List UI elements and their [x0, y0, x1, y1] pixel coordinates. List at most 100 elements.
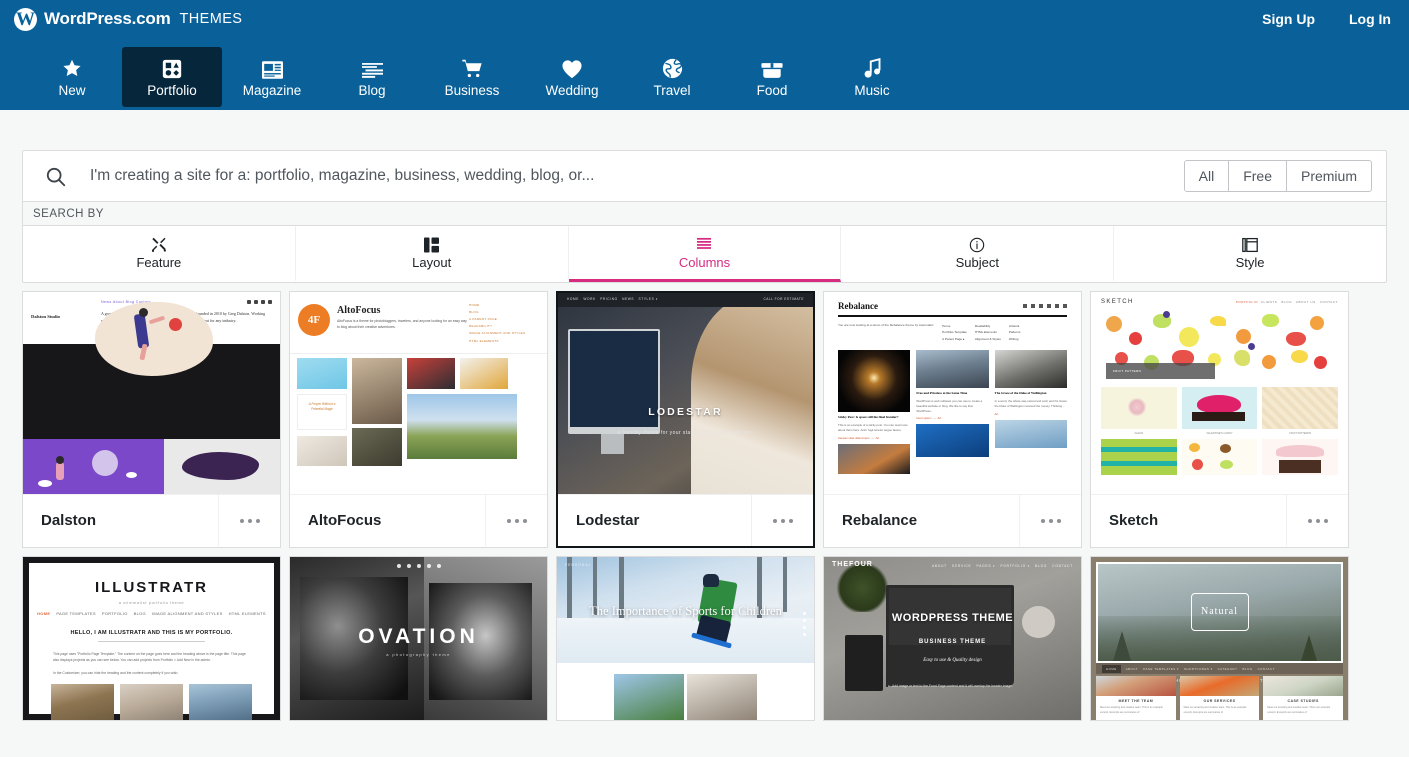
theme-card-rebalance[interactable]: Rebalance You are now looking at a demo …	[823, 291, 1082, 548]
nav-label: Travel	[653, 82, 691, 98]
theme-card-sketch[interactable]: SKETCH PORTFOLIO CLIENTS BLOG ABOUT US C…	[1090, 291, 1349, 548]
mock-site-name: Dalston Studio	[31, 314, 60, 319]
theme-card-illustratr[interactable]: ILLUSTRATR a minimalist portfolio theme …	[22, 556, 281, 721]
nav-label: Business	[444, 82, 500, 98]
music-note-icon	[863, 57, 882, 79]
search-input[interactable]	[88, 166, 1170, 186]
more-ellipsis-icon[interactable]	[751, 495, 813, 546]
mock-card-title: MEET THE TEAM	[1118, 699, 1154, 704]
theme-thumbnail[interactable]: The Importance of Sports for Children PE…	[557, 557, 814, 720]
nav-item-new[interactable]: New	[22, 47, 122, 107]
thefour-mockup: THEFOUR ABOUT SERVICE PAGES ▾ PORTFOLIO …	[824, 557, 1081, 720]
price-filter-group: All Free Premium	[1183, 160, 1372, 192]
portfolio-grid-icon	[162, 57, 182, 79]
mock-blurb: AltoFocus is a theme for photobloggers, …	[337, 319, 467, 329]
more-ellipsis-icon[interactable]	[1286, 495, 1348, 546]
theme-card-dalston[interactable]: Dalston Studio News About Blog Contact A…	[22, 291, 281, 548]
mock-caption: FRUIT PATTERN	[1112, 369, 1142, 374]
mock-subtitle: a friendly theme for your startup or bus…	[617, 429, 754, 436]
nav-item-portfolio[interactable]: Portfolio	[122, 47, 222, 107]
more-ellipsis-icon[interactable]	[218, 495, 280, 546]
theme-card-thefour[interactable]: THEFOUR ABOUT SERVICE PAGES ▾ PORTFOLIO …	[823, 556, 1082, 721]
filter-tabs: Feature Layout Columns Subject Style	[23, 226, 1386, 282]
mock-post-excerpt: WordPress is web software you can use to…	[916, 399, 983, 413]
search-bar: All Free Premium	[23, 151, 1386, 202]
mock-card-body: Meet our amazing and creative team. This…	[1183, 706, 1247, 714]
theme-thumbnail[interactable]: OVATION a photography theme	[290, 557, 547, 720]
mock-post-excerpt: This is an example of a sticky post. You…	[838, 423, 908, 432]
theme-name: Lodestar	[576, 512, 640, 529]
theme-grid-row-2: ILLUSTRATR a minimalist portfolio theme …	[22, 548, 1409, 721]
more-ellipsis-icon[interactable]	[485, 495, 547, 546]
theme-thumbnail[interactable]: SKETCH PORTFOLIO CLIENTS BLOG ABOUT US C…	[1091, 292, 1348, 494]
nav-item-blog[interactable]: Blog	[322, 47, 422, 107]
sketch-mockup: SKETCH PORTFOLIO CLIENTS BLOG ABOUT US C…	[1091, 292, 1348, 494]
mock-body-2: In the Customizer, you can hide the head…	[53, 670, 179, 675]
mock-title: ILLUSTRATR	[94, 579, 209, 596]
mock-badge: Natural	[1190, 592, 1249, 631]
nav-item-travel[interactable]: Travel	[622, 47, 722, 107]
nav-item-music[interactable]: Music	[822, 47, 922, 107]
mock-subtitle: a minimalist portfolio theme	[118, 600, 185, 605]
theme-thumbnail[interactable]: AltoFocus AltoFocus is a theme for photo…	[290, 292, 547, 494]
filter-premium-button[interactable]: Premium	[1285, 161, 1371, 191]
mock-card-title: CASE STUDIES	[1287, 699, 1319, 704]
star-icon	[61, 57, 83, 79]
nav-label: New	[58, 82, 86, 98]
mock-title: OVATION	[358, 625, 479, 649]
tab-columns[interactable]: Columns	[568, 226, 842, 282]
theme-thumbnail[interactable]: ILLUSTRATR a minimalist portfolio theme …	[23, 557, 280, 720]
filter-free-button[interactable]: Free	[1228, 161, 1286, 191]
theme-card-altofocus[interactable]: AltoFocus AltoFocus is a theme for photo…	[289, 291, 548, 548]
mock-brand: SKETCH	[1101, 299, 1134, 305]
theme-thumbnail[interactable]: Rebalance You are now looking at a demo …	[824, 292, 1081, 494]
mock-caption: VALENTINE'S CANDY	[1206, 432, 1233, 435]
natural-mockup: Natural ANOTHER BEAUTIFUL ORGANIC THEME …	[1091, 557, 1348, 720]
mock-title: LODESTAR	[648, 405, 723, 418]
section-label[interactable]: THEMES	[180, 11, 243, 27]
tab-label: Layout	[412, 255, 452, 270]
mock-brand: Rebalance	[838, 301, 878, 311]
search-icon[interactable]	[45, 166, 66, 187]
theme-thumbnail[interactable]: HOME WORK PRICING NEWS STYLES ▾ CALL FOR…	[558, 293, 813, 494]
wordpress-logo-icon[interactable]: W	[14, 7, 37, 31]
wordpress-logo-letter: W	[16, 8, 35, 30]
altofocus-mockup: AltoFocus AltoFocus is a theme for photo…	[290, 292, 547, 494]
theme-card-ovation[interactable]: OVATION a photography theme	[289, 556, 548, 721]
rebalance-mockup: Rebalance You are now looking at a demo …	[824, 292, 1081, 494]
mock-nav: HOME ABOUT PAGE TEMPLATES ▾ SHORTCODES ▾ CAT…	[1096, 663, 1343, 675]
mock-post-title: Sticky Post: Is space still the final fr…	[838, 415, 899, 420]
nav-item-business[interactable]: Business	[422, 47, 522, 107]
theme-card-natural[interactable]: Natural ANOTHER BEAUTIFUL ORGANIC THEME …	[1090, 556, 1349, 721]
brand-name[interactable]: WordPress.com	[44, 9, 171, 29]
theme-card-footer: AltoFocus	[290, 494, 547, 546]
tab-layout[interactable]: Layout	[296, 226, 569, 282]
lodestar-mockup: HOME WORK PRICING NEWS STYLES ▾ CALL FOR…	[558, 293, 813, 494]
masthead-actions: Sign Up Log In	[1262, 11, 1395, 27]
nav-item-food[interactable]: Food	[722, 47, 822, 107]
mock-cards: MEET THE TEAM Meet our amazing and creat…	[1096, 676, 1344, 720]
heart-icon	[561, 57, 583, 79]
mock-heading: HELLO, I AM ILLUSTRATR AND THIS IS MY PO…	[70, 630, 233, 636]
filter-all-button[interactable]: All	[1184, 161, 1229, 191]
theme-thumbnail[interactable]: Natural ANOTHER BEAUTIFUL ORGANIC THEME …	[1091, 557, 1348, 720]
nav-item-magazine[interactable]: Magazine	[222, 47, 322, 107]
theme-card-lodestar[interactable]: HOME WORK PRICING NEWS STYLES ▾ CALL FOR…	[556, 291, 815, 548]
tab-style[interactable]: Style	[1114, 226, 1386, 282]
theme-card-sports[interactable]: The Importance of Sports for Children PE…	[556, 556, 815, 721]
columns-lines-icon	[697, 236, 712, 253]
mock-card-body: Meet our amazing and creative team. This…	[1267, 706, 1331, 714]
info-circle-icon	[969, 236, 985, 253]
theme-thumbnail[interactable]: Dalston Studio News About Blog Contact A…	[23, 292, 280, 494]
tab-subject[interactable]: Subject	[841, 226, 1115, 282]
log-in-link[interactable]: Log In	[1349, 11, 1391, 27]
tab-feature[interactable]: Feature	[23, 226, 296, 282]
sign-up-link[interactable]: Sign Up	[1262, 11, 1315, 27]
theme-thumbnail[interactable]: THEFOUR ABOUT SERVICE PAGES ▾ PORTFOLIO …	[824, 557, 1081, 720]
mock-tagline: Easy to use & Quality design	[923, 658, 982, 664]
search-by-strip: SEARCH BY	[23, 202, 1386, 226]
mock-blurb: You are now looking at a demo of the Reb…	[838, 323, 934, 327]
more-ellipsis-icon[interactable]	[1019, 495, 1081, 546]
nav-item-wedding[interactable]: Wedding	[522, 47, 622, 107]
theme-search-panel: All Free Premium SEARCH BY Feature	[22, 150, 1387, 283]
